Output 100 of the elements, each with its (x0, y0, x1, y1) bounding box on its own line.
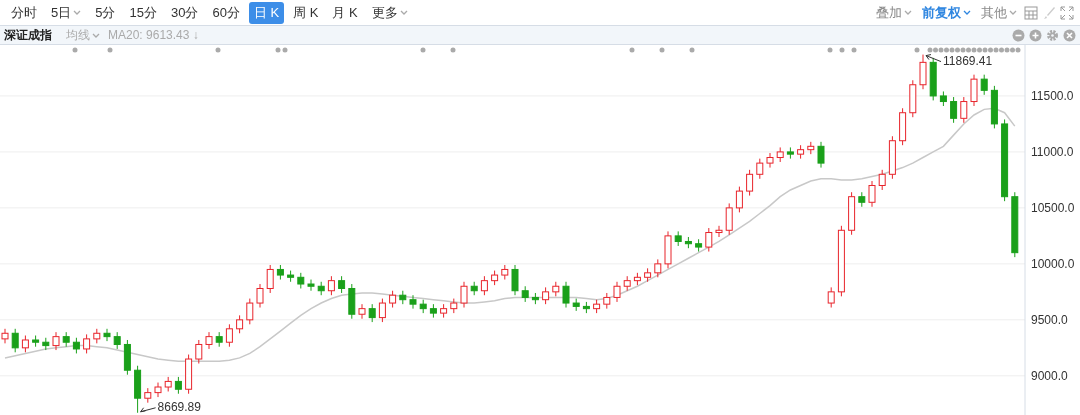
candlestick (593, 299, 601, 314)
candlestick (868, 180, 876, 208)
axis-label: 10500.0 (1031, 200, 1075, 215)
candlestick (623, 275, 631, 292)
candlestick (970, 74, 978, 107)
candlestick (909, 79, 917, 118)
candlestick (205, 331, 213, 350)
zoom-in-icon[interactable] (1029, 28, 1042, 42)
period-tab[interactable]: 5分 (90, 1, 121, 24)
candlestick (899, 107, 907, 146)
candlestick (633, 272, 641, 286)
candlestick (807, 141, 815, 155)
candlestick (72, 337, 80, 354)
settings-icon[interactable] (1046, 28, 1059, 42)
candlestick (419, 299, 427, 314)
candlestick (93, 328, 101, 344)
candlestick (450, 298, 458, 314)
candlestick (501, 264, 509, 281)
candlestick (164, 376, 172, 392)
candlestick (83, 333, 91, 354)
candlestick (542, 286, 550, 305)
candlestick (389, 290, 397, 309)
zoom-out-icon[interactable] (1012, 28, 1025, 42)
candlestick (123, 339, 131, 376)
menu-dropdown[interactable]: 叠加 (873, 1, 915, 24)
period-tab[interactable]: 60分 (207, 1, 245, 24)
candlestick (113, 331, 121, 350)
candlestick (552, 281, 560, 297)
candlestick (429, 303, 437, 319)
candlestick (338, 275, 346, 294)
candlestick (858, 191, 866, 208)
period-tab[interactable]: 周 K (288, 1, 324, 24)
candlestick (695, 238, 703, 253)
caret-icon (1009, 10, 1017, 16)
candlestick (256, 283, 264, 309)
candlestick (746, 169, 754, 197)
candlestick (705, 227, 713, 253)
axis-label: 9500.0 (1031, 312, 1068, 327)
candlestick (470, 281, 478, 296)
candlestick (572, 298, 580, 312)
candlestick (776, 146, 784, 163)
candlestick (1, 328, 9, 344)
candlestick (215, 331, 223, 348)
candlestick (664, 230, 672, 269)
candlestick (185, 354, 193, 395)
candlestick (613, 281, 621, 303)
period-tab[interactable]: 15分 (124, 1, 162, 24)
close-icon[interactable] (1063, 28, 1076, 42)
grid-icon[interactable] (1024, 5, 1038, 20)
candlestick (276, 264, 284, 281)
candlestick (919, 54, 927, 90)
index-name: 深证成指 (4, 26, 52, 44)
candlestick (888, 135, 896, 180)
candlestick (62, 331, 70, 348)
candlestick (715, 225, 723, 238)
candlestick (11, 328, 19, 353)
caret-icon (963, 10, 971, 16)
candlestick (766, 152, 774, 169)
candlestick (42, 337, 50, 351)
period-tab[interactable]: 30分 (165, 1, 204, 24)
price-label: 11869.41 (943, 53, 993, 68)
candlestick (440, 303, 448, 319)
period-tab[interactable]: 5日 (46, 1, 87, 24)
leader-line (140, 407, 157, 413)
candlestick (32, 335, 40, 348)
candlestick (929, 57, 937, 101)
candlestick (287, 270, 295, 283)
period-tab[interactable]: 分时 (6, 1, 42, 24)
period-tab[interactable]: 更多 (366, 1, 413, 24)
candlestick (939, 90, 947, 107)
candlestick (950, 96, 958, 124)
candlestick (878, 169, 886, 191)
candlestick (786, 146, 794, 160)
candlestick (266, 264, 274, 294)
candlestick (837, 225, 845, 297)
candlestick (399, 290, 407, 305)
candlestick (307, 279, 315, 292)
period-tab[interactable]: 月 K (327, 1, 363, 24)
axis-label: 9000.0 (1031, 368, 1068, 383)
candlestick (409, 294, 417, 310)
candlestick (674, 230, 682, 247)
candlestick (603, 292, 611, 310)
candlestick (582, 301, 590, 314)
menu-dropdown[interactable]: 前复权 (919, 1, 974, 24)
axis-label: 10000.0 (1031, 256, 1075, 271)
candlestick (491, 270, 499, 286)
candlestick (848, 191, 856, 236)
candlestick (327, 275, 335, 296)
candlestick (144, 387, 152, 404)
price-label: 8669.89 (157, 399, 201, 414)
caret-icon (92, 32, 100, 38)
candlestick (980, 74, 988, 96)
candlestick (960, 96, 968, 124)
menu-dropdown[interactable]: 其他 (978, 1, 1020, 24)
brush-icon[interactable] (1042, 5, 1056, 20)
fullscreen-icon[interactable] (1060, 5, 1074, 20)
candlestick (817, 141, 825, 169)
candlestick (460, 281, 468, 309)
candlestick (21, 335, 29, 353)
candlestick (103, 328, 111, 342)
